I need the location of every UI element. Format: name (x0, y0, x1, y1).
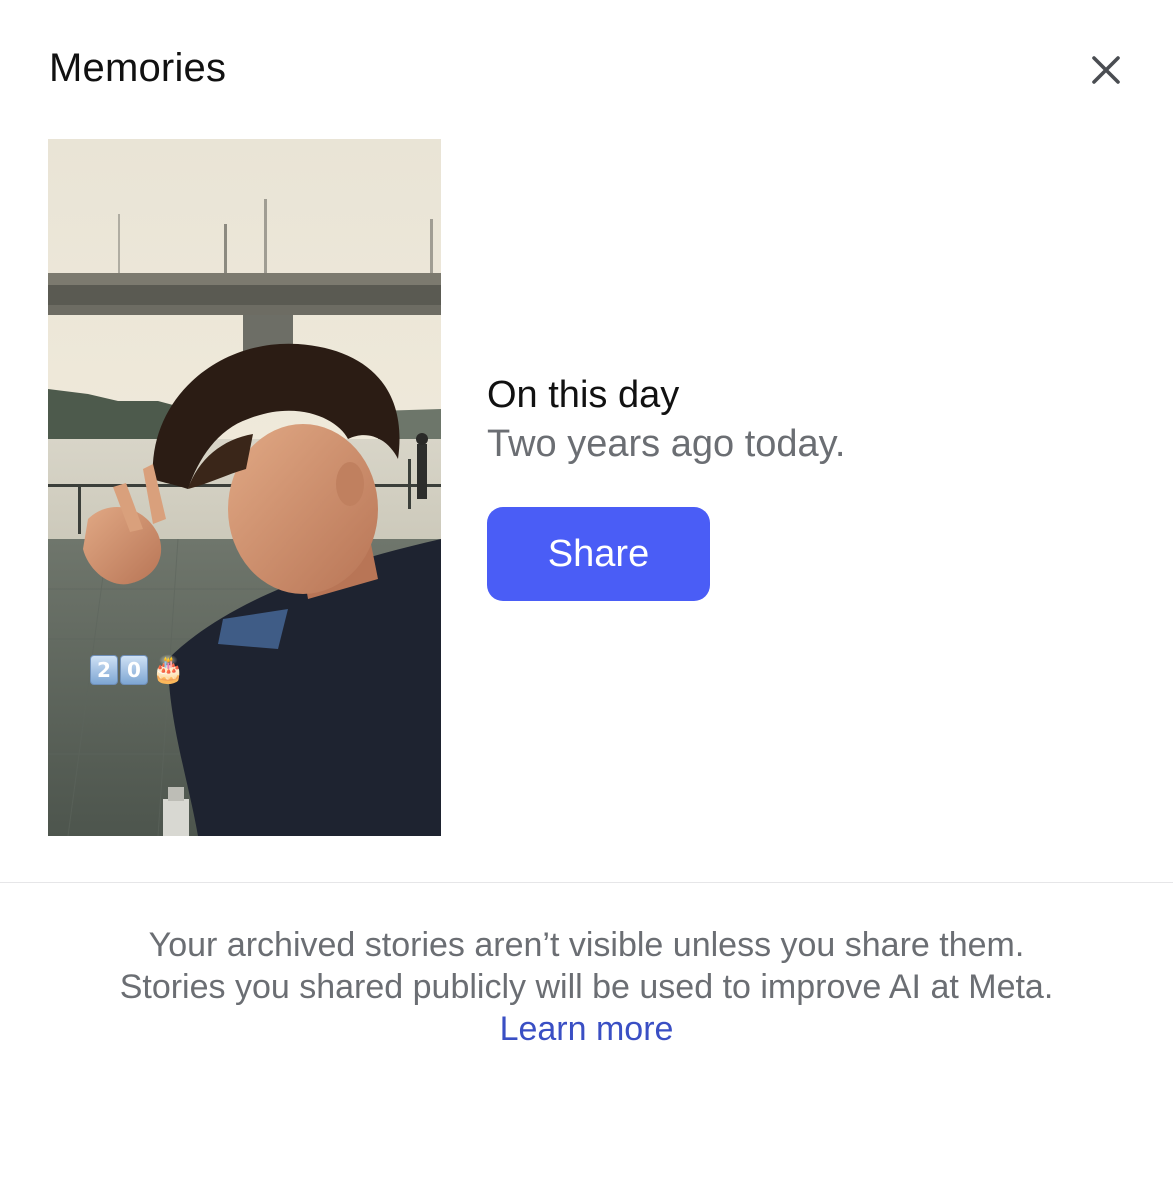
memory-photo-image (48, 139, 441, 836)
divider (0, 882, 1173, 883)
memory-info: On this day Two years ago today. (487, 372, 845, 470)
photo-badge: 2 0 🎂 (90, 655, 184, 685)
footer-text-line-2: Stories you shared publicly will be used… (119, 968, 1054, 1006)
badge-digit-2: 2 (90, 655, 118, 685)
close-button[interactable] (1084, 48, 1128, 92)
learn-more-link[interactable]: Learn more (0, 1008, 1173, 1050)
badge-digit-0: 0 (120, 655, 148, 685)
birthday-cake-icon: 🎂 (152, 655, 185, 685)
memories-sheet: Memories 2 0 🎂 On this day Two years ago… (0, 0, 1173, 1200)
memory-photo[interactable]: 2 0 🎂 (48, 139, 441, 836)
footer-text-line-1: Your archived stories aren’t visible unl… (148, 926, 1025, 964)
share-button[interactable]: Share (487, 507, 710, 601)
memory-title: On this day (487, 374, 680, 416)
close-icon (1092, 56, 1120, 84)
page-title: Memories (49, 46, 227, 90)
memory-subtitle: Two years ago today. (487, 423, 846, 465)
footer-notice: Your archived stories aren’t visible unl… (0, 924, 1173, 1050)
